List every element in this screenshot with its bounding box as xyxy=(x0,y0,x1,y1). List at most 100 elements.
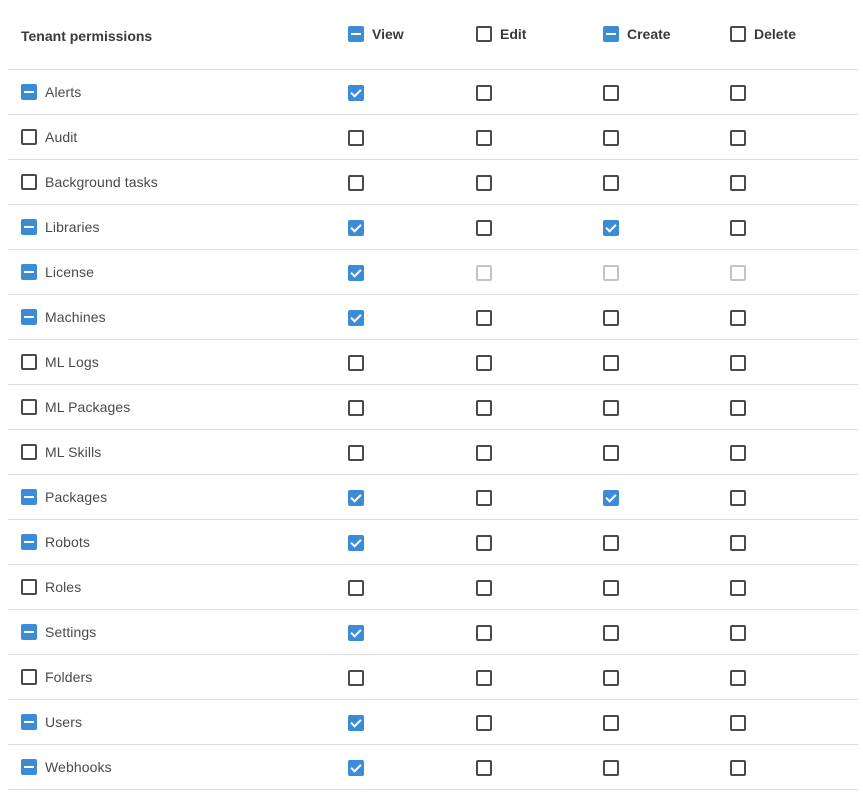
create-permission-checkbox[interactable] xyxy=(603,580,619,596)
view-permission-checkbox[interactable] xyxy=(348,400,364,416)
delete-permission-checkbox[interactable] xyxy=(730,310,746,326)
edit-permission-checkbox[interactable] xyxy=(476,220,492,236)
view-cell xyxy=(348,115,364,159)
edit-permission-checkbox[interactable] xyxy=(476,445,492,461)
row-select-checkbox[interactable] xyxy=(21,219,37,235)
create-permission-checkbox[interactable] xyxy=(603,175,619,191)
delete-permission-checkbox[interactable] xyxy=(730,715,746,731)
permission-name-cell: Audit xyxy=(21,115,77,159)
edit-permission-checkbox[interactable] xyxy=(476,715,492,731)
edit-permission-checkbox[interactable] xyxy=(476,85,492,101)
row-select-checkbox[interactable] xyxy=(21,669,37,685)
edit-permission-checkbox[interactable] xyxy=(476,310,492,326)
delete-permission-checkbox[interactable] xyxy=(730,445,746,461)
edit-permission-checkbox[interactable] xyxy=(476,670,492,686)
edit-cell xyxy=(476,70,492,114)
row-select-checkbox[interactable] xyxy=(21,399,37,415)
delete-permission-checkbox[interactable] xyxy=(730,175,746,191)
delete-cell xyxy=(730,70,746,114)
create-cell xyxy=(603,430,619,474)
create-permission-checkbox[interactable] xyxy=(603,85,619,101)
edit-permission-checkbox[interactable] xyxy=(476,490,492,506)
delete-permission-checkbox[interactable] xyxy=(730,220,746,236)
view-permission-checkbox[interactable] xyxy=(348,265,364,281)
row-select-checkbox[interactable] xyxy=(21,714,37,730)
table-title: Tenant permissions xyxy=(21,27,153,44)
create-permission-checkbox[interactable] xyxy=(603,760,619,776)
view-permission-checkbox[interactable] xyxy=(348,175,364,191)
row-select-checkbox[interactable] xyxy=(21,309,37,325)
edit-cell xyxy=(476,250,492,294)
create-permission-checkbox[interactable] xyxy=(603,625,619,641)
delete-permission-checkbox[interactable] xyxy=(730,85,746,101)
delete-cell xyxy=(730,115,746,159)
create-permission-checkbox[interactable] xyxy=(603,220,619,236)
view-permission-checkbox[interactable] xyxy=(348,715,364,731)
row-select-checkbox[interactable] xyxy=(21,579,37,595)
row-select-checkbox[interactable] xyxy=(21,489,37,505)
view-permission-checkbox[interactable] xyxy=(348,535,364,551)
view-permission-checkbox[interactable] xyxy=(348,85,364,101)
edit-permission-checkbox[interactable] xyxy=(476,355,492,371)
row-select-checkbox[interactable] xyxy=(21,624,37,640)
delete-permission-checkbox[interactable] xyxy=(730,535,746,551)
row-select-checkbox[interactable] xyxy=(21,759,37,775)
delete-permission-checkbox[interactable] xyxy=(730,625,746,641)
edit-permission-checkbox[interactable] xyxy=(476,580,492,596)
create-permission-checkbox[interactable] xyxy=(603,130,619,146)
permission-name-cell: Background tasks xyxy=(21,160,158,204)
select-all-create-checkbox[interactable] xyxy=(603,25,619,42)
view-permission-checkbox[interactable] xyxy=(348,130,364,146)
view-permission-checkbox[interactable] xyxy=(348,310,364,326)
view-permission-checkbox[interactable] xyxy=(348,760,364,776)
select-all-view-checkbox[interactable] xyxy=(348,25,364,42)
delete-permission-checkbox xyxy=(730,265,746,281)
view-permission-checkbox[interactable] xyxy=(348,625,364,641)
delete-permission-checkbox[interactable] xyxy=(730,355,746,371)
create-permission-checkbox[interactable] xyxy=(603,535,619,551)
row-select-checkbox[interactable] xyxy=(21,264,37,280)
view-permission-checkbox[interactable] xyxy=(348,220,364,236)
edit-cell xyxy=(476,385,492,429)
delete-permission-checkbox[interactable] xyxy=(730,130,746,146)
edit-permission-checkbox[interactable] xyxy=(476,625,492,641)
view-cell xyxy=(348,475,364,519)
view-cell xyxy=(348,205,364,249)
edit-permission-checkbox[interactable] xyxy=(476,535,492,551)
table-row: ML Packages xyxy=(8,385,858,430)
view-permission-checkbox[interactable] xyxy=(348,445,364,461)
delete-permission-checkbox[interactable] xyxy=(730,760,746,776)
delete-permission-checkbox[interactable] xyxy=(730,670,746,686)
create-permission-checkbox[interactable] xyxy=(603,715,619,731)
view-permission-checkbox[interactable] xyxy=(348,580,364,596)
edit-permission-checkbox[interactable] xyxy=(476,130,492,146)
view-permission-checkbox[interactable] xyxy=(348,355,364,371)
create-permission-checkbox[interactable] xyxy=(603,670,619,686)
permission-name: Background tasks xyxy=(45,174,158,190)
edit-cell xyxy=(476,655,492,699)
create-permission-checkbox xyxy=(603,265,619,281)
row-select-checkbox[interactable] xyxy=(21,534,37,550)
select-all-delete-checkbox[interactable] xyxy=(730,25,746,42)
row-select-checkbox[interactable] xyxy=(21,354,37,370)
edit-permission-checkbox[interactable] xyxy=(476,400,492,416)
delete-permission-checkbox[interactable] xyxy=(730,400,746,416)
edit-permission-checkbox[interactable] xyxy=(476,760,492,776)
create-permission-checkbox[interactable] xyxy=(603,445,619,461)
view-permission-checkbox[interactable] xyxy=(348,490,364,506)
edit-permission-checkbox[interactable] xyxy=(476,175,492,191)
create-permission-checkbox[interactable] xyxy=(603,355,619,371)
view-permission-checkbox[interactable] xyxy=(348,670,364,686)
row-select-checkbox[interactable] xyxy=(21,444,37,460)
row-select-checkbox[interactable] xyxy=(21,174,37,190)
create-cell xyxy=(603,115,619,159)
delete-permission-checkbox[interactable] xyxy=(730,580,746,596)
create-permission-checkbox[interactable] xyxy=(603,490,619,506)
create-permission-checkbox[interactable] xyxy=(603,310,619,326)
delete-cell xyxy=(730,205,746,249)
delete-permission-checkbox[interactable] xyxy=(730,490,746,506)
row-select-checkbox[interactable] xyxy=(21,84,37,100)
row-select-checkbox[interactable] xyxy=(21,129,37,145)
create-permission-checkbox[interactable] xyxy=(603,400,619,416)
select-all-edit-checkbox[interactable] xyxy=(476,25,492,42)
